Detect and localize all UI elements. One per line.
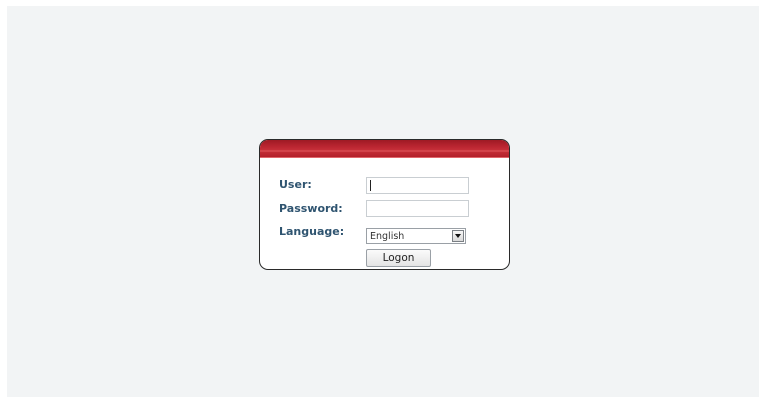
user-input[interactable] — [366, 177, 469, 194]
logon-button[interactable]: Logon — [366, 249, 431, 267]
chevron-down-icon[interactable] — [452, 230, 464, 242]
login-header-bar — [260, 140, 509, 158]
language-select[interactable]: English — [366, 228, 466, 244]
language-selected-value: English — [370, 231, 405, 242]
language-label: Language: — [279, 225, 345, 238]
password-label: Password: — [279, 202, 343, 215]
login-panel: User: Password: Language: English Logon — [259, 139, 510, 270]
user-label: User: — [279, 178, 312, 191]
page-background: User: Password: Language: English Logon — [7, 6, 759, 397]
password-input[interactable] — [366, 200, 469, 217]
text-caret — [370, 180, 371, 191]
